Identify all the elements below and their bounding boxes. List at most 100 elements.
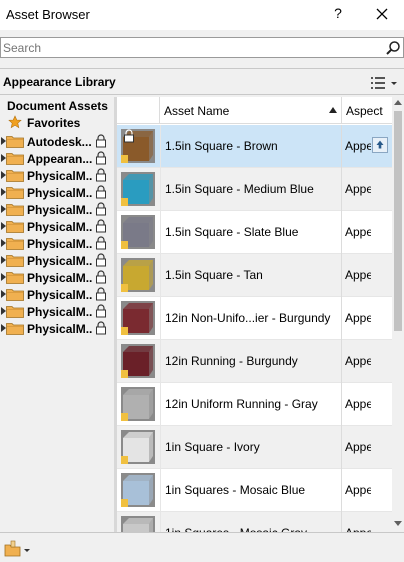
lock-icon bbox=[124, 129, 134, 143]
window-title: Asset Browser bbox=[6, 7, 90, 22]
list-view-icon[interactable] bbox=[370, 74, 400, 92]
table-row[interactable]: 1in Squares - Mosaic GrayAppe... bbox=[117, 512, 392, 532]
lock-icon bbox=[96, 236, 106, 250]
column-divider bbox=[341, 512, 342, 532]
column-divider bbox=[160, 297, 161, 340]
scroll-down-icon[interactable] bbox=[394, 521, 402, 526]
search-icon[interactable] bbox=[385, 40, 401, 56]
material-thumbnail-icon bbox=[121, 516, 155, 532]
tree-item-label: PhysicalM... bbox=[27, 271, 93, 285]
asset-name-cell: 12in Running - Burgundy bbox=[165, 354, 298, 368]
column-divider bbox=[341, 254, 342, 297]
aspect-cell: Appe... bbox=[345, 354, 371, 368]
asset-name-cell: 1.5in Square - Brown bbox=[165, 139, 278, 153]
tree-item[interactable]: PhysicalM... bbox=[0, 303, 114, 320]
tree-item-label: PhysicalM... bbox=[27, 288, 93, 302]
folder-icon bbox=[6, 204, 24, 216]
vertical-scrollbar[interactable] bbox=[392, 97, 404, 532]
asset-name-cell: 12in Uniform Running - Gray bbox=[165, 397, 318, 411]
lock-icon bbox=[96, 202, 106, 216]
tree-item[interactable]: PhysicalM... bbox=[0, 269, 114, 286]
tree-item-label: PhysicalM... bbox=[27, 220, 93, 234]
column-divider[interactable] bbox=[341, 97, 342, 124]
asset-grid: Asset Name Aspect 1.5in Square - Brown Ap… bbox=[117, 97, 392, 532]
column-header-aspect[interactable]: Aspect bbox=[346, 104, 383, 118]
aspect-cell: Appe... bbox=[345, 483, 371, 497]
folder-icon bbox=[6, 306, 24, 318]
grid-header: Asset Name Aspect bbox=[117, 97, 392, 124]
material-thumbnail-icon bbox=[121, 215, 155, 249]
tree-item-label: Appearan... bbox=[27, 152, 93, 166]
table-row[interactable]: 1.5in Square - Tan Appe... bbox=[117, 254, 392, 297]
library-title: Appearance Library bbox=[3, 75, 116, 89]
material-thumbnail-icon bbox=[121, 172, 155, 206]
asset-name-cell: 1.5in Square - Slate Blue bbox=[165, 225, 299, 239]
lock-icon bbox=[96, 270, 106, 284]
table-row[interactable]: 1.5in Square - Brown Appe bbox=[117, 125, 392, 168]
thumbnail-column-header bbox=[117, 97, 160, 124]
tree-item-label: PhysicalM... bbox=[27, 322, 93, 336]
table-row[interactable]: 12in Running - Burgundy Appe... bbox=[117, 340, 392, 383]
lock-icon bbox=[96, 151, 106, 165]
material-thumbnail-icon bbox=[121, 344, 155, 378]
lock-icon bbox=[96, 219, 106, 233]
document-assets-item[interactable]: Document Assets bbox=[7, 99, 108, 113]
asset-name-cell: 12in Non-Unifo...ier - Burgundy bbox=[165, 311, 331, 325]
column-divider bbox=[160, 254, 161, 297]
aspect-cell: Appe... bbox=[345, 397, 371, 411]
lock-icon bbox=[96, 253, 106, 267]
lock-icon bbox=[96, 168, 106, 182]
table-row[interactable]: 1.5in Square - Medium Blue Appe... bbox=[117, 168, 392, 211]
tree-item[interactable]: PhysicalM... bbox=[0, 218, 114, 235]
table-row[interactable]: 1.5in Square - Slate Blue Appe... bbox=[117, 211, 392, 254]
folder-icon bbox=[6, 136, 24, 148]
material-thumbnail-icon bbox=[121, 301, 155, 335]
tree-item[interactable]: PhysicalM... bbox=[0, 286, 114, 303]
column-divider bbox=[341, 340, 342, 383]
tree-item[interactable]: PhysicalM... bbox=[0, 184, 114, 201]
folder-icon bbox=[6, 289, 24, 301]
folder-icon bbox=[6, 170, 24, 182]
tree-item[interactable]: Autodesk... bbox=[0, 133, 114, 150]
aspect-cell: Appe... bbox=[345, 311, 371, 325]
star-icon bbox=[8, 115, 22, 129]
tree-item[interactable]: PhysicalM... bbox=[0, 167, 114, 184]
asset-name-cell: 1.5in Square - Medium Blue bbox=[165, 182, 314, 196]
search-input[interactable] bbox=[3, 40, 373, 55]
material-thumbnail-icon bbox=[121, 258, 155, 292]
open-library-icon[interactable] bbox=[3, 540, 33, 558]
table-row[interactable]: 12in Non-Unifo...ier - Burgundy Appe... bbox=[117, 297, 392, 340]
folder-icon bbox=[6, 153, 24, 165]
column-divider bbox=[160, 512, 161, 532]
column-divider bbox=[160, 125, 161, 168]
search-box bbox=[0, 37, 404, 58]
scrollbar-thumb[interactable] bbox=[394, 111, 402, 331]
aspect-cell: Appe... bbox=[345, 440, 371, 454]
folder-icon bbox=[6, 238, 24, 250]
upload-to-document-icon[interactable] bbox=[372, 137, 388, 153]
help-button[interactable]: ? bbox=[330, 5, 346, 21]
folder-icon bbox=[6, 323, 24, 335]
column-divider bbox=[341, 168, 342, 211]
lock-icon bbox=[96, 287, 106, 301]
tree-item[interactable]: PhysicalM... bbox=[0, 201, 114, 218]
table-row[interactable]: 12in Uniform Running - Gray Appe... bbox=[117, 383, 392, 426]
tree-item[interactable]: PhysicalM... bbox=[0, 320, 114, 337]
column-divider bbox=[160, 168, 161, 211]
column-divider bbox=[160, 383, 161, 426]
tree-item[interactable]: Appearan... bbox=[0, 150, 114, 167]
close-icon[interactable] bbox=[372, 4, 392, 24]
tree-item[interactable]: PhysicalM... bbox=[0, 252, 114, 269]
column-header-asset-name[interactable]: Asset Name bbox=[164, 104, 229, 118]
scroll-up-icon[interactable] bbox=[394, 100, 402, 105]
asset-name-cell: 1in Squares - Mosaic Blue bbox=[165, 483, 306, 497]
lock-icon bbox=[96, 304, 106, 318]
asset-name-cell: 1.5in Square - Tan bbox=[165, 268, 263, 282]
column-divider bbox=[160, 469, 161, 512]
aspect-cell: Appe... bbox=[345, 182, 371, 196]
table-row[interactable]: 1in Square - Ivory Appe... bbox=[117, 426, 392, 469]
table-row[interactable]: 1in Squares - Mosaic Blue Appe... bbox=[117, 469, 392, 512]
column-divider bbox=[160, 211, 161, 254]
tree-item[interactable]: PhysicalM... bbox=[0, 235, 114, 252]
tree-item-label: PhysicalM... bbox=[27, 237, 93, 251]
